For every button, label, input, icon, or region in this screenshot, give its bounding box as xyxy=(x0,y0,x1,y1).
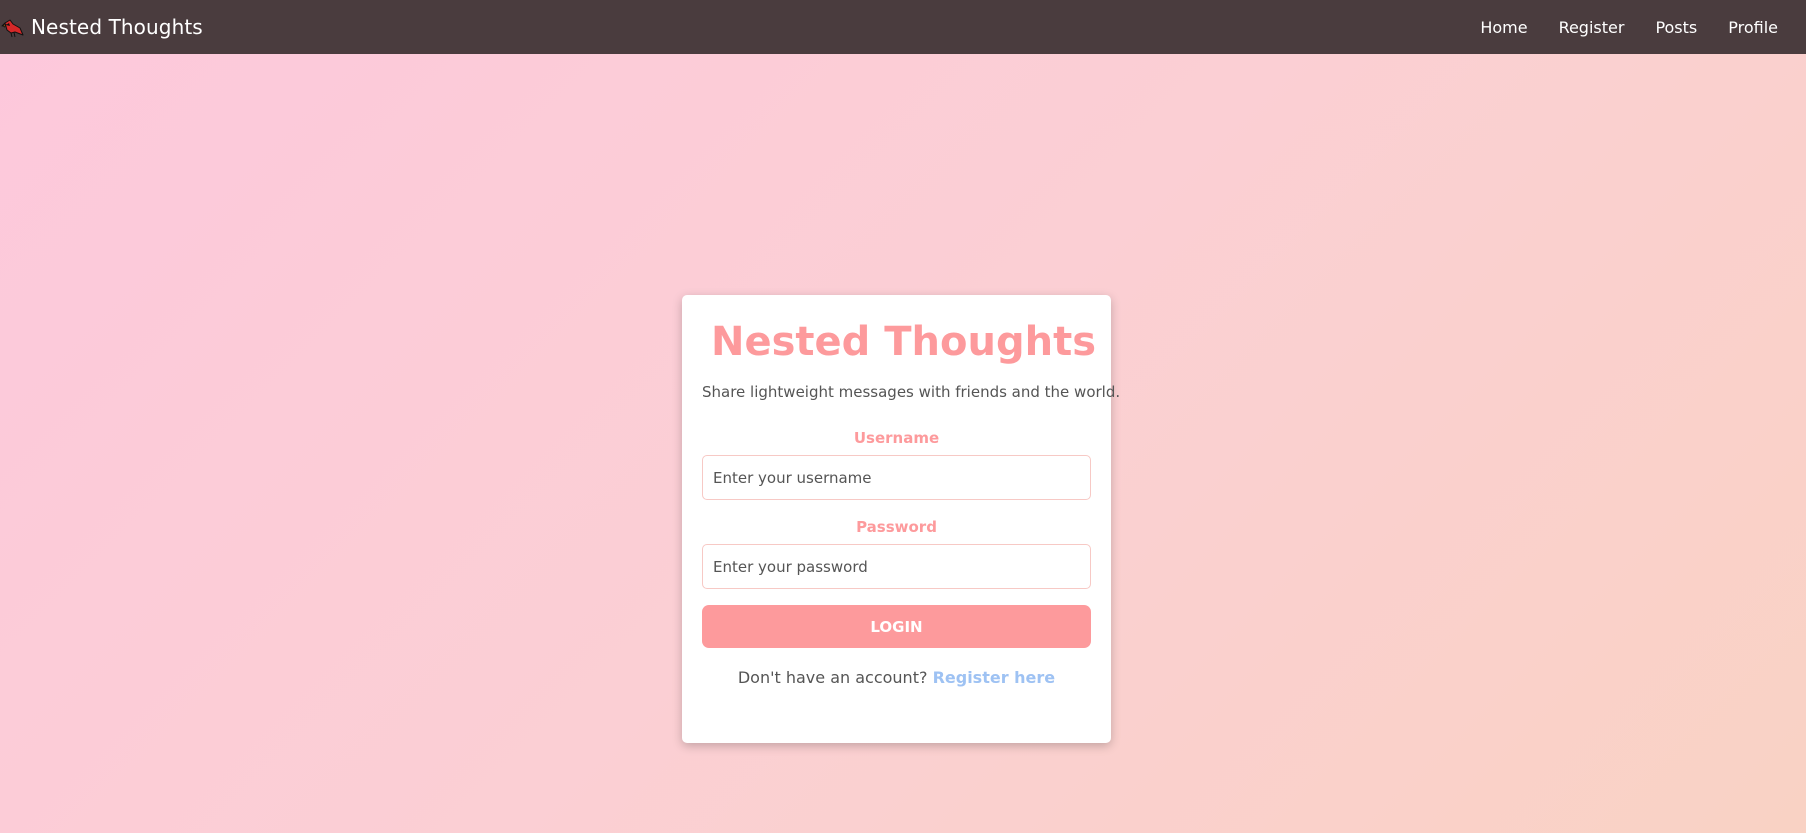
login-button[interactable]: LOGIN xyxy=(702,605,1091,648)
username-label: Username xyxy=(853,429,940,447)
nav-link-profile[interactable]: Profile xyxy=(1728,18,1778,37)
nav-link-register[interactable]: Register xyxy=(1559,18,1625,37)
nav-links: Home Register Posts Profile xyxy=(1449,0,1778,54)
register-link[interactable]: Register here xyxy=(933,668,1056,687)
password-label: Password xyxy=(856,518,937,536)
login-card: Nested Thoughts Share lightweight messag… xyxy=(682,295,1121,743)
page-title: Nested Thoughts xyxy=(711,319,1096,365)
brand-name: Nested Thoughts xyxy=(31,15,203,39)
cardinal-bird-icon xyxy=(1,19,24,38)
nav-link-home[interactable]: Home xyxy=(1480,18,1527,37)
password-input[interactable] xyxy=(702,544,1091,589)
register-prompt-text: Don't have an account? xyxy=(737,668,928,687)
register-prompt-line: Don't have an account? Register here xyxy=(702,668,1091,687)
tagline: Share lightweight messages with friends … xyxy=(702,383,1121,401)
card-header: Nested Thoughts xyxy=(702,315,1096,369)
nav-link-posts[interactable]: Posts xyxy=(1655,18,1697,37)
brand-link[interactable]: Nested Thoughts xyxy=(0,0,203,54)
top-navbar: Nested Thoughts Home Register Posts Prof… xyxy=(0,0,1806,54)
username-input[interactable] xyxy=(702,455,1091,500)
